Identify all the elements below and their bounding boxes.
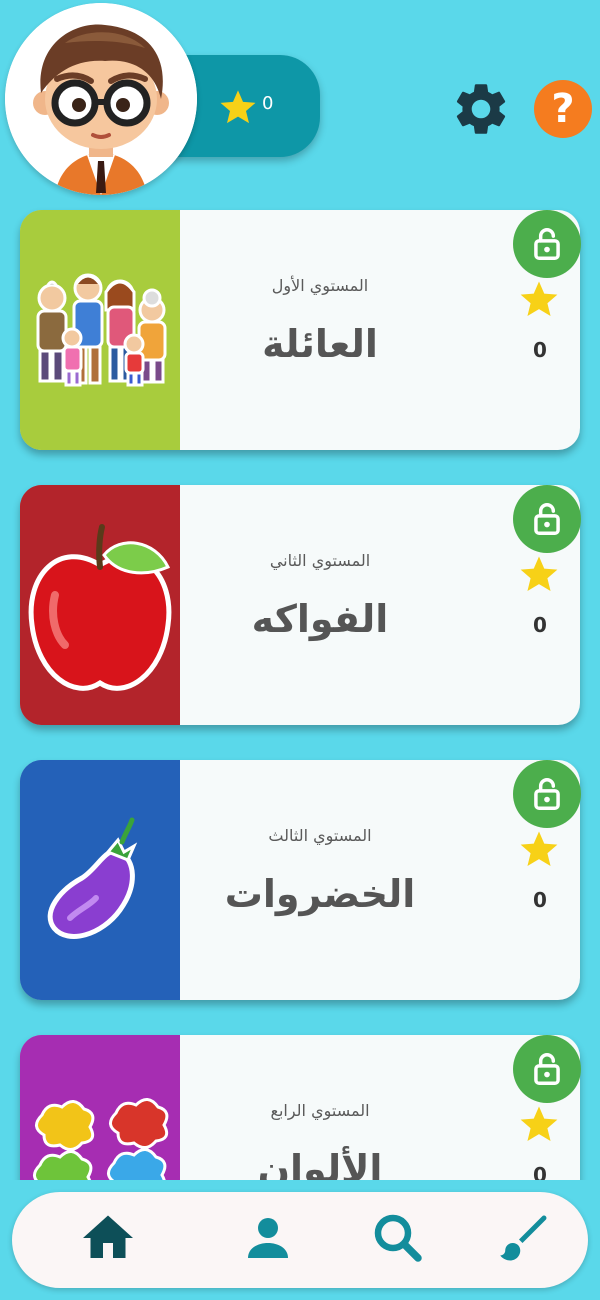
paint-splash-illustration	[20, 1035, 180, 1180]
lock-open-icon	[534, 503, 560, 535]
lock-open-icon	[534, 228, 560, 260]
total-score: 0	[262, 93, 274, 114]
unlock-button-vegetables[interactable]	[513, 760, 581, 828]
level-subtitle: المستوي الثالث	[268, 826, 372, 845]
level-card-fruits[interactable]: المستوي الثاني الفواكه 0	[20, 485, 580, 725]
teacher-avatar-icon	[5, 3, 197, 195]
level-title: الألوان	[257, 1147, 383, 1180]
level-title: العائلة	[262, 322, 378, 366]
level-card-colors[interactable]: المستوي الرابع الألوان 0	[20, 1035, 580, 1180]
settings-button[interactable]	[450, 78, 512, 140]
header: 0 ?	[0, 0, 600, 200]
nav-home[interactable]	[78, 1208, 138, 1268]
search-icon	[374, 1214, 422, 1262]
level-subtitle: المستوي الثاني	[269, 551, 371, 570]
unlock-button-fruits[interactable]	[513, 485, 581, 553]
nav-draw[interactable]	[494, 1208, 554, 1268]
level-star-count: 0	[533, 613, 547, 637]
help-button[interactable]: ?	[534, 80, 592, 138]
apple-illustration	[20, 485, 180, 725]
star-icon	[520, 281, 558, 316]
user-icon	[248, 1218, 288, 1258]
star-icon	[520, 831, 558, 866]
level-star-count: 0	[533, 888, 547, 912]
star-icon	[220, 90, 256, 124]
star-icon	[520, 556, 558, 591]
bottom-nav	[12, 1192, 588, 1288]
level-title: الفواكه	[251, 597, 389, 641]
level-subtitle: المستوي الأول	[271, 276, 369, 295]
lock-open-icon	[534, 778, 560, 810]
nav-search[interactable]	[368, 1208, 428, 1268]
level-card-vegetables[interactable]: المستوي الثالث الخضروات 0	[20, 760, 580, 1000]
brush-icon	[500, 1215, 547, 1261]
level-card-family[interactable]: المستوي الأول العائلة 0	[20, 210, 580, 450]
gear-icon	[456, 84, 506, 134]
unlock-button-colors[interactable]	[513, 1035, 581, 1103]
family-illustration	[20, 210, 180, 450]
level-star-count: 0	[533, 338, 547, 362]
unlock-button-family[interactable]	[513, 210, 581, 278]
nav-profile[interactable]	[238, 1208, 298, 1268]
level-title: الخضروات	[224, 872, 416, 916]
level-subtitle: المستوي الرابع	[270, 1101, 370, 1120]
home-icon	[83, 1215, 133, 1258]
star-icon	[520, 1106, 558, 1141]
eggplant-illustration	[20, 760, 180, 1000]
avatar[interactable]	[5, 3, 197, 195]
question-icon: ?	[551, 86, 575, 132]
lock-open-icon	[534, 1053, 560, 1085]
level-star-count: 0	[533, 1163, 547, 1180]
